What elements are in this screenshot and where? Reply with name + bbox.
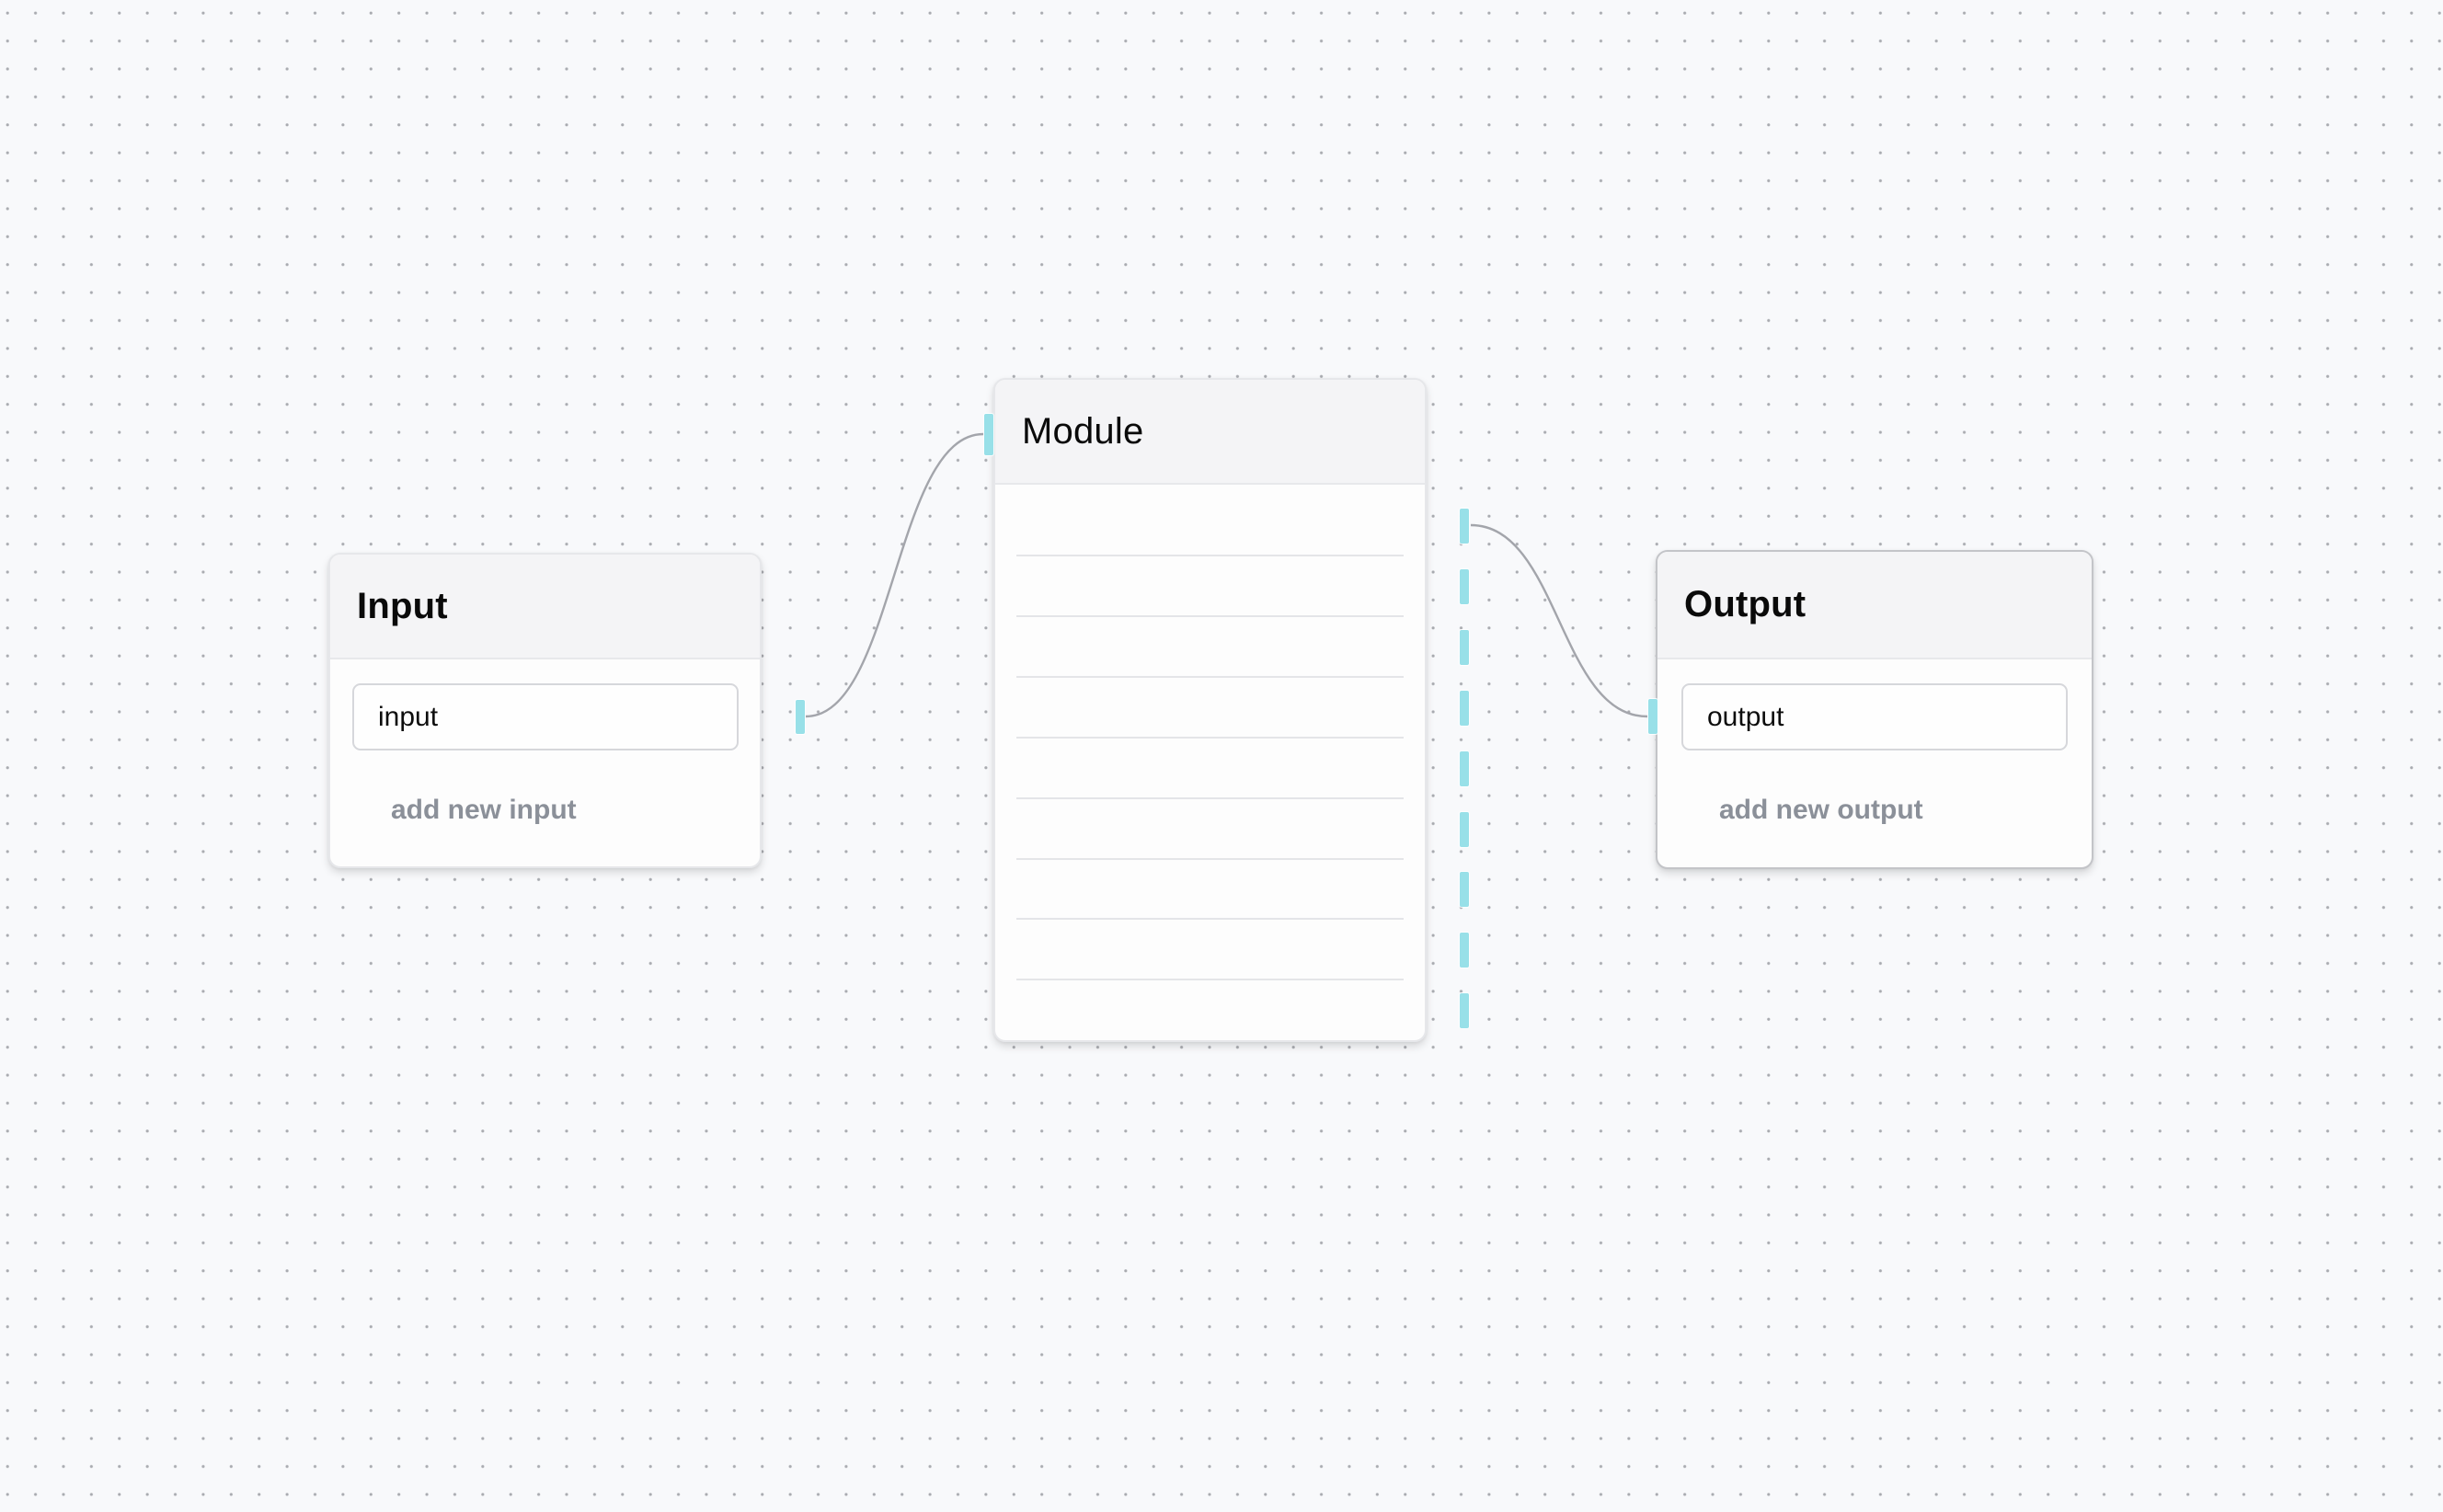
- input-node[interactable]: Input input add new input: [328, 553, 762, 868]
- module-output-port[interactable]: [1460, 509, 1469, 544]
- input-node-title: Input: [357, 585, 448, 626]
- module-row: [1016, 678, 1404, 739]
- module-output-port[interactable]: [1460, 933, 1469, 968]
- module-row: [1016, 739, 1404, 799]
- module-input-port[interactable]: [984, 414, 993, 455]
- output-node-header[interactable]: Output: [1657, 552, 2092, 659]
- module-row: [1016, 980, 1404, 1041]
- module-output-port[interactable]: [1460, 750, 1469, 786]
- output-node-title: Output: [1684, 584, 1806, 624]
- module-node-header[interactable]: Module: [995, 380, 1425, 485]
- module-row: [1016, 617, 1404, 678]
- module-node-title: Module: [1022, 410, 1144, 452]
- input-name-field[interactable]: input: [352, 683, 739, 750]
- module-output-port[interactable]: [1460, 629, 1469, 665]
- input-node-header[interactable]: Input: [330, 555, 760, 659]
- input-node-output-port[interactable]: [796, 700, 805, 734]
- add-new-input-button[interactable]: add new input: [391, 795, 577, 826]
- module-row: [1016, 556, 1404, 617]
- output-name-field[interactable]: output: [1681, 683, 2068, 750]
- edge-module-to-output[interactable]: [1470, 523, 1648, 718]
- module-output-port[interactable]: [1460, 872, 1469, 908]
- module-output-port[interactable]: [1460, 993, 1469, 1029]
- input-name-value: input: [378, 701, 439, 732]
- output-name-value: output: [1707, 701, 1784, 732]
- module-output-port[interactable]: [1460, 568, 1469, 604]
- module-row: [1016, 920, 1404, 980]
- module-output-port[interactable]: [1460, 690, 1469, 726]
- module-row: [1016, 859, 1404, 920]
- edge-input-to-module[interactable]: [805, 432, 984, 718]
- module-output-port[interactable]: [1460, 811, 1469, 847]
- module-row: [1016, 496, 1404, 556]
- add-new-output-button[interactable]: add new output: [1719, 795, 1923, 826]
- output-node[interactable]: Output output add new output: [1656, 550, 2093, 869]
- flow-canvas[interactable]: Input input add new input Module Output …: [0, 0, 2443, 1512]
- module-row: [1016, 799, 1404, 860]
- output-node-input-port[interactable]: [1648, 699, 1657, 734]
- module-node[interactable]: Module: [993, 378, 1427, 1042]
